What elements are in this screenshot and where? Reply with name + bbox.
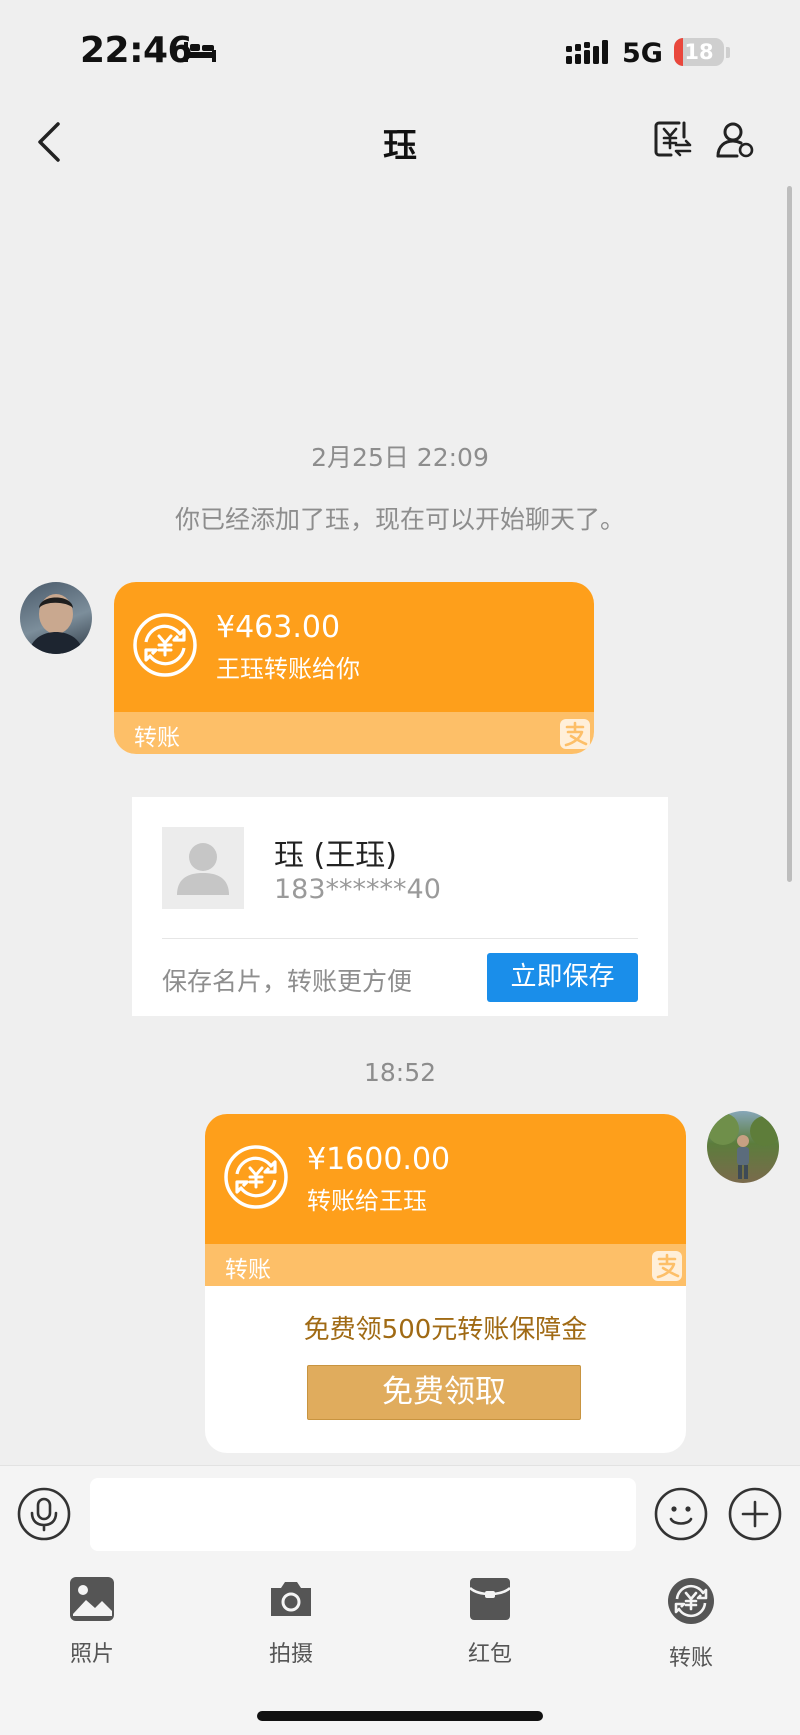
bed-icon	[182, 40, 218, 68]
save-hint: 保存名片，转账更方便	[162, 967, 413, 996]
camera-icon	[271, 1582, 311, 1616]
battery-icon: 18	[674, 38, 724, 66]
toolbar-label: 转账	[668, 1646, 713, 1671]
transfer-label: 转账	[225, 1257, 271, 1283]
toolbar-red-packet-button[interactable]: 红包	[420, 1576, 560, 1668]
transfer-label: 转账	[134, 725, 180, 751]
time-label: 18:52	[363, 1058, 437, 1087]
microphone-icon[interactable]	[17, 1487, 71, 1545]
transfer-amount: ¥1600.00	[307, 1142, 451, 1177]
save-contact-button[interactable]: 立即保存	[487, 953, 638, 1002]
toolbar-label: 拍摄	[268, 1642, 313, 1667]
toolbar-label: 红包	[467, 1642, 512, 1667]
signal-icon	[566, 40, 610, 70]
yuan-transfer-icon	[132, 612, 198, 682]
toolbar-photo-button[interactable]: 照片	[22, 1576, 162, 1668]
transfer-icon[interactable]	[653, 119, 693, 163]
alipay-icon	[651, 1250, 683, 1286]
message-input[interactable]	[90, 1478, 636, 1551]
guarantee-promo: 免费领500元转账保障金	[303, 1315, 588, 1345]
photo-icon	[70, 1577, 114, 1621]
outgoing-transfer-card[interactable]: ¥1600.00 转账给王珏 转账 免费领500元转账保障金 免费领取	[205, 1114, 686, 1453]
emoji-icon[interactable]	[654, 1487, 708, 1545]
battery-level: 18	[684, 40, 714, 64]
contact-card[interactable]: 珏 (王珏) 183******40 保存名片，转账更方便 立即保存	[132, 797, 668, 1016]
status-time: 22:46	[80, 30, 193, 71]
toolbar-transfer-button[interactable]: 转账	[621, 1576, 761, 1672]
toolbar-camera-button[interactable]: 拍摄	[221, 1576, 361, 1668]
contact-name: 珏 (王珏)	[274, 838, 397, 873]
back-icon[interactable]	[36, 121, 62, 167]
transfer-icon	[668, 1578, 714, 1624]
network-type: 5G	[622, 38, 663, 69]
home-indicator[interactable]	[257, 1711, 543, 1721]
my-avatar[interactable]	[707, 1111, 779, 1183]
transfer-card-footer: 转账	[205, 1244, 686, 1286]
chat-title: 珏	[383, 126, 417, 166]
contact-phone: 183******40	[274, 874, 441, 905]
transfer-note: 王珏转账给你	[216, 655, 360, 683]
plus-icon[interactable]	[728, 1487, 782, 1545]
divider	[162, 938, 638, 939]
system-message: 你已经添加了珏，现在可以开始聊天了。	[174, 505, 625, 534]
date-label: 2月25日 22:09	[311, 443, 489, 472]
contact-avatar-left[interactable]	[20, 582, 92, 654]
transfer-amount: ¥463.00	[216, 610, 341, 645]
transfer-card-top: ¥463.00 王珏转账给你	[114, 582, 594, 712]
transfer-card-top: ¥1600.00 转账给王珏	[205, 1114, 686, 1244]
default-avatar-icon	[162, 827, 244, 909]
claim-free-button[interactable]: 免费领取	[307, 1365, 581, 1420]
incoming-transfer-card[interactable]: ¥463.00 王珏转账给你 转账	[114, 582, 594, 754]
profile-icon[interactable]	[715, 119, 755, 163]
transfer-card-footer: 转账	[114, 712, 594, 754]
alipay-icon	[559, 718, 591, 754]
transfer-note: 转账给王珏	[307, 1187, 427, 1215]
toolbar-label: 照片	[69, 1642, 114, 1667]
yuan-transfer-icon	[223, 1144, 289, 1214]
red-packet-icon	[469, 1578, 511, 1620]
battery-cap	[726, 47, 730, 58]
